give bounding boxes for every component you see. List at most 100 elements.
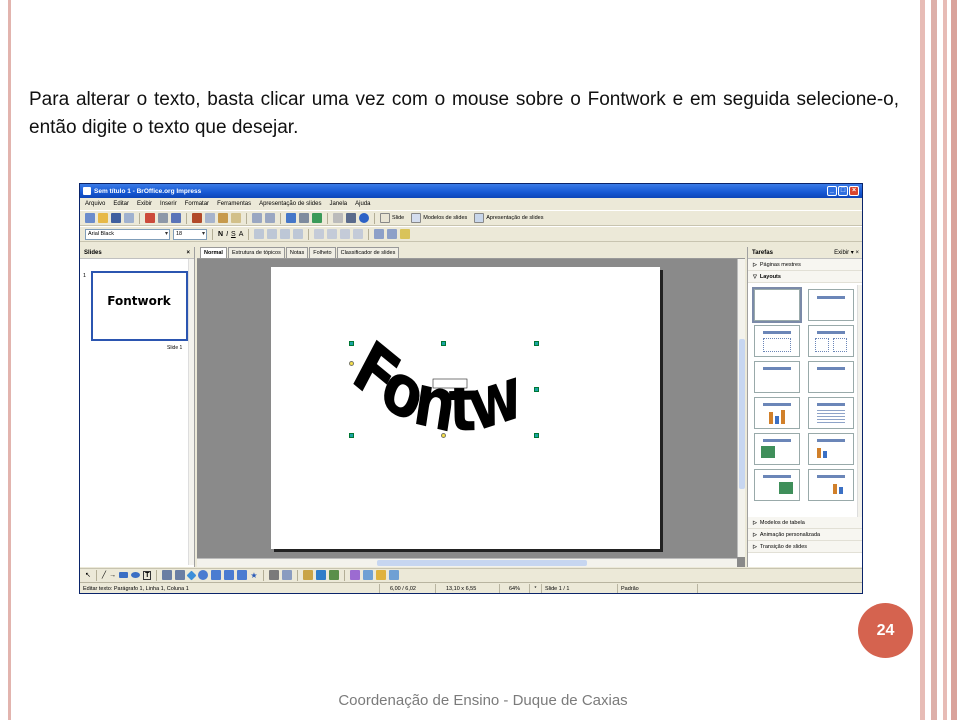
gallery-icon[interactable]	[328, 570, 339, 580]
connector-icon[interactable]	[175, 570, 186, 580]
redo-icon[interactable]	[265, 213, 275, 223]
from-file-icon[interactable]	[315, 570, 326, 580]
text-tool-icon[interactable]: T	[143, 570, 152, 580]
indent-icon[interactable]	[327, 229, 338, 239]
email-icon[interactable]	[124, 213, 134, 223]
fontwork-gallery-icon[interactable]	[302, 570, 313, 580]
line-spacing-icon[interactable]	[353, 229, 364, 239]
layout-image-text[interactable]	[754, 433, 800, 465]
tab-slide-sorter[interactable]: Classificador de slides	[336, 247, 400, 258]
character-icon[interactable]	[374, 229, 385, 239]
close-button[interactable]: ×	[849, 186, 859, 196]
task-pane-scrollbar[interactable]	[857, 285, 862, 517]
fontwork-adjust-handle[interactable]	[441, 433, 446, 438]
justify-icon[interactable]	[293, 229, 304, 239]
section-custom-animation[interactable]: ▷ Animação personalizada	[748, 529, 862, 541]
layout-title-content[interactable]	[754, 325, 800, 357]
resize-handle[interactable]	[534, 433, 539, 438]
undo-icon[interactable]	[252, 213, 262, 223]
help-icon[interactable]	[359, 213, 369, 223]
grid-icon[interactable]	[333, 213, 343, 223]
menu-apresentacao[interactable]: Apresentação de slides	[259, 201, 321, 207]
editor-horizontal-scrollbar[interactable]	[197, 558, 737, 567]
print-icon[interactable]	[158, 213, 168, 223]
editor-vertical-scrollbar[interactable]	[737, 259, 745, 557]
tab-normal[interactable]: Normal	[200, 247, 227, 258]
symbol-shapes-icon[interactable]	[198, 570, 209, 580]
align-center-icon[interactable]	[267, 229, 278, 239]
resize-handle[interactable]	[441, 341, 446, 346]
save-icon[interactable]	[111, 213, 121, 223]
slide-models-button[interactable]: Modelos de slides	[411, 213, 467, 223]
align-left-icon[interactable]	[254, 229, 265, 239]
curve-icon[interactable]	[162, 570, 173, 580]
font-case-icon[interactable]: A	[239, 231, 244, 238]
ellipse-icon[interactable]	[131, 572, 141, 578]
resize-handle[interactable]	[349, 341, 354, 346]
menu-ajuda[interactable]: Ajuda	[355, 201, 370, 207]
resize-handle[interactable]	[534, 341, 539, 346]
menu-janela[interactable]: Janela	[329, 201, 347, 207]
align-right-icon[interactable]	[280, 229, 291, 239]
resize-handle[interactable]	[349, 433, 354, 438]
layout-title-chart[interactable]	[754, 397, 800, 429]
status-zoom[interactable]: 64%	[500, 583, 530, 593]
bold-icon[interactable]: N	[218, 231, 223, 238]
paragraph-icon[interactable]	[387, 229, 398, 239]
section-master-pages[interactable]: ▷ Páginas mestres	[748, 259, 862, 271]
layout-text-chart[interactable]	[808, 469, 854, 501]
open-icon[interactable]	[98, 213, 108, 223]
tab-notes[interactable]: Notas	[285, 247, 309, 258]
select-arrow-icon[interactable]: ↖	[85, 571, 91, 579]
block-arrows-icon[interactable]	[211, 570, 222, 580]
callouts-icon[interactable]	[237, 570, 248, 580]
menu-formatar[interactable]: Formatar	[185, 201, 209, 207]
spellcheck-icon[interactable]	[171, 213, 181, 223]
section-slide-transition[interactable]: ▷ Transição de slides	[748, 541, 862, 553]
arrow-line-icon[interactable]: →	[109, 572, 116, 579]
flowchart-icon[interactable]	[224, 570, 235, 580]
slide-canvas[interactable]: Fontwork	[253, 184, 660, 549]
slide-button[interactable]: Slide	[380, 213, 404, 223]
extrusion-icon[interactable]	[388, 570, 399, 580]
font-size-select[interactable]: 18	[173, 228, 207, 240]
bullets-icon[interactable]	[314, 229, 325, 239]
italic-icon[interactable]: I	[226, 231, 228, 238]
copy-icon[interactable]	[205, 213, 215, 223]
layout-text-image[interactable]	[754, 469, 800, 501]
slides-scrollbar[interactable]	[188, 259, 194, 565]
font-name-select[interactable]: Arial Black	[85, 228, 170, 240]
format-paintbrush-icon[interactable]	[231, 213, 241, 223]
align-objects-icon[interactable]	[362, 570, 373, 580]
layout-blank[interactable]	[752, 287, 802, 323]
menu-ferramentas[interactable]: Ferramentas	[217, 201, 251, 207]
underline-icon[interactable]: S	[231, 231, 236, 238]
outdent-icon[interactable]	[340, 229, 351, 239]
layout-title-text[interactable]	[754, 361, 800, 393]
section-layouts[interactable]: ▽ Layouts	[748, 271, 862, 283]
menu-arquivo[interactable]: Arquivo	[85, 201, 105, 207]
zoom-icon[interactable]	[346, 213, 356, 223]
slide-thumbnail[interactable]: Fontwork	[91, 271, 188, 341]
basic-shapes-icon[interactable]	[186, 570, 197, 580]
points-icon[interactable]	[268, 570, 279, 580]
section-table-templates[interactable]: ▷ Modelos de tabela	[748, 517, 862, 529]
menu-editar[interactable]: Editar	[113, 201, 129, 207]
layout-title-two-content[interactable]	[808, 325, 854, 357]
arrange-icon[interactable]	[375, 570, 386, 580]
new-icon[interactable]	[85, 213, 95, 223]
stars-icon[interactable]: ★	[250, 571, 257, 580]
maximize-button[interactable]: □	[838, 186, 848, 196]
cut-icon[interactable]	[192, 213, 202, 223]
task-view-menu[interactable]: Exibir	[834, 250, 849, 256]
fontwork-object[interactable]: Fontwork	[253, 184, 660, 549]
glue-points-icon[interactable]	[281, 570, 292, 580]
presentation-button[interactable]: Apresentação de slides	[474, 213, 543, 223]
navigator-icon[interactable]	[312, 213, 322, 223]
menu-inserir[interactable]: Inserir	[160, 201, 177, 207]
minimize-button[interactable]: _	[827, 186, 837, 196]
fontwork-adjust-handle[interactable]	[349, 361, 354, 366]
rotate-icon[interactable]	[349, 570, 360, 580]
font-color-icon[interactable]	[400, 229, 411, 239]
menu-exibir[interactable]: Exibir	[137, 201, 152, 207]
